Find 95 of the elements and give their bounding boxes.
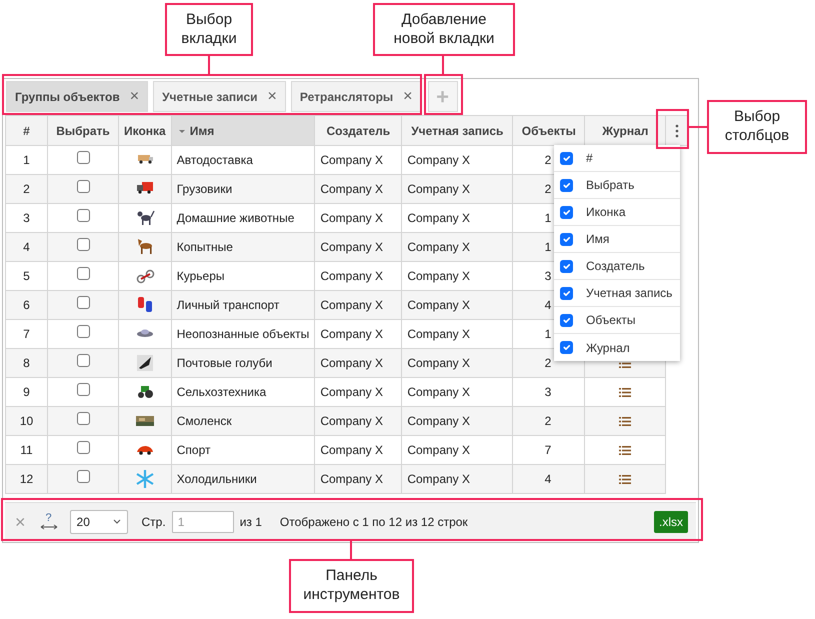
- menu-item-label[interactable]: Выбрать: [586, 176, 634, 194]
- table-cell: Company X: [402, 348, 513, 378]
- close-icon[interactable]: ×: [130, 88, 140, 104]
- table-cell: Company X: [314, 174, 402, 204]
- row-number: 4: [6, 232, 48, 262]
- menu-item-label[interactable]: Объекты: [586, 311, 636, 329]
- table-cell: Company X: [402, 464, 513, 494]
- menu-item-label[interactable]: Имя: [586, 230, 610, 248]
- leader-line: [208, 56, 210, 74]
- column-header[interactable]: Журнал: [584, 116, 666, 146]
- table-cell: Company X: [402, 290, 513, 320]
- column-checkbox[interactable]: [560, 286, 573, 300]
- menu-icon: [674, 124, 679, 138]
- row-number: 8: [6, 348, 48, 378]
- row-checkbox[interactable]: [76, 383, 90, 396]
- leader-line: [442, 56, 444, 74]
- leader-line: [689, 126, 707, 128]
- menu-item-label[interactable]: Иконка: [586, 203, 626, 221]
- table-cell: Company X: [314, 232, 402, 262]
- row-checkbox[interactable]: [76, 238, 90, 251]
- column-width-button[interactable]: ?: [38, 513, 60, 530]
- column-header[interactable]: #: [6, 116, 48, 146]
- table-cell: Копытные: [171, 232, 315, 262]
- column-checkbox[interactable]: [560, 206, 573, 218]
- row-checkbox[interactable]: [76, 441, 90, 454]
- list-icon[interactable]: [619, 446, 632, 456]
- row-checkbox[interactable]: [76, 180, 90, 193]
- column-header[interactable]: Выбрать: [48, 116, 118, 146]
- table-cell: Почтовые голуби: [171, 348, 315, 378]
- callout-label: Панель инструментов: [289, 559, 414, 613]
- table-cell: Грузовики: [171, 174, 315, 204]
- bird-icon: [134, 353, 155, 373]
- table-cell: Холодильники: [171, 464, 315, 494]
- row-checkbox[interactable]: [76, 412, 90, 425]
- column-checkbox[interactable]: [560, 152, 573, 164]
- row-checkbox[interactable]: [76, 296, 90, 309]
- table-cell: Company X: [402, 232, 513, 262]
- close-icon[interactable]: ×: [403, 88, 413, 104]
- table-cell: Company X: [314, 290, 402, 320]
- tab[interactable]: Учетные записи ×: [153, 81, 286, 112]
- caret-icon: [112, 519, 121, 524]
- tab[interactable]: Группы объектов ×: [6, 81, 148, 112]
- column-checkbox[interactable]: [560, 232, 573, 246]
- callout-label: Выбор столбцов: [707, 100, 807, 154]
- column-header[interactable]: Объекты: [512, 116, 585, 146]
- column-header[interactable]: Создатель: [314, 116, 402, 146]
- table-cell: Company X: [402, 174, 513, 204]
- table-cell: Смоленск: [171, 406, 315, 436]
- page-size-select[interactable]: 20: [70, 510, 128, 534]
- column-header[interactable]: Иконка: [118, 116, 172, 146]
- row-checkbox[interactable]: [76, 354, 90, 367]
- snowflake-icon: [134, 469, 155, 489]
- menu-item-label[interactable]: Журнал: [586, 338, 630, 356]
- callout-label: Выбор вкладки: [165, 3, 253, 56]
- highlight-frame: [424, 74, 463, 115]
- export-button[interactable]: .xlsx: [654, 510, 688, 532]
- table-cell: Company X: [314, 348, 402, 378]
- table-cell: 4: [512, 464, 585, 494]
- list-icon[interactable]: [619, 475, 632, 484]
- row-number: 10: [6, 406, 48, 436]
- rows-summary: Отображено с 1 по 12 из 12 строк: [280, 514, 468, 530]
- row-checkbox[interactable]: [76, 151, 90, 164]
- row-checkbox[interactable]: [76, 267, 90, 280]
- sort-icon: [178, 130, 185, 133]
- callout-label: Добавление новой вкладки: [373, 3, 515, 56]
- menu-item-label[interactable]: Создатель: [586, 257, 645, 275]
- page-label: Стр.: [142, 514, 166, 530]
- close-icon[interactable]: ×: [268, 88, 277, 104]
- column-checkbox[interactable]: [560, 314, 573, 326]
- column-checkbox[interactable]: [560, 341, 573, 354]
- row-number: 2: [6, 174, 48, 204]
- table-cell: Company X: [402, 406, 513, 436]
- leader-line: [350, 541, 352, 559]
- list-icon[interactable]: [619, 417, 632, 426]
- column-header[interactable]: Учетная запись: [402, 116, 513, 146]
- list-icon[interactable]: [619, 388, 632, 398]
- row-checkbox[interactable]: [76, 470, 90, 483]
- table-cell: Company X: [314, 406, 402, 436]
- table-cell: Личный транспорт: [171, 290, 315, 320]
- cat-icon: [134, 208, 155, 228]
- column-checkbox[interactable]: [560, 178, 573, 192]
- row-checkbox[interactable]: [76, 209, 90, 222]
- column-header[interactable]: Имя: [171, 116, 315, 146]
- menu-item-label[interactable]: #: [586, 149, 593, 167]
- row-number: 12: [6, 464, 48, 494]
- row-checkbox[interactable]: [76, 325, 90, 338]
- highlight-frame: [656, 109, 689, 149]
- resize-icon: [40, 524, 58, 530]
- table-cell: 2: [512, 406, 585, 436]
- row-number: 6: [6, 290, 48, 320]
- column-checkbox[interactable]: [560, 260, 573, 272]
- menu-item-label[interactable]: Учетная запись: [586, 284, 672, 302]
- page-total: из 1: [240, 514, 262, 530]
- tab[interactable]: Ретрансляторы ×: [290, 81, 422, 112]
- table-cell: Company X: [314, 464, 402, 494]
